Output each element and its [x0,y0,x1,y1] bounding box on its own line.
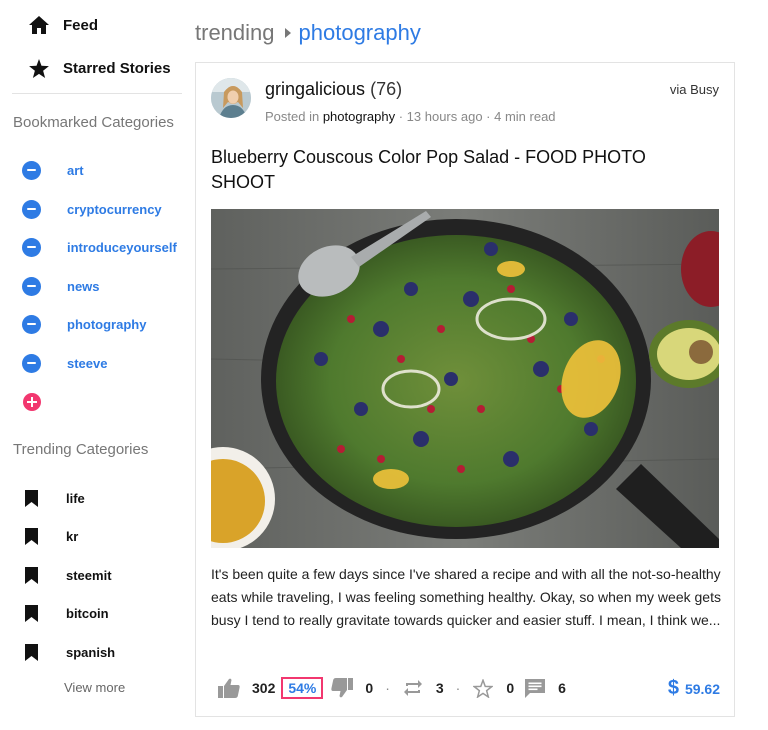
add-category-button[interactable] [23,393,41,411]
payout-amount[interactable]: $ 59.62 [668,677,720,700]
view-more-link[interactable]: View more [64,680,125,695]
bookmark-label[interactable]: art [67,163,84,178]
dollar-icon: $ [667,677,679,699]
upvote-count[interactable]: 302 [252,680,275,696]
breadcrumb: trending photography [195,19,421,47]
bookmark-icon[interactable] [25,489,38,507]
home-icon [28,14,50,36]
post-body[interactable]: It's been quite a few days since I've sh… [211,563,721,632]
author-name[interactable]: gringalicious [265,79,365,99]
bookmark-icon[interactable] [25,566,38,584]
bookmark-label[interactable]: news [67,279,100,294]
author-reputation: (76) [370,79,403,99]
post-meta: Posted in photography · 13 hours ago · 4… [265,109,556,124]
bookmark-icon[interactable] [25,527,38,545]
post-actions: 302 54% 0 · 3 · 0 6 $ 59.62 [218,675,720,701]
trending-label[interactable]: life [66,491,85,506]
nav-feed[interactable]: Feed [28,12,98,38]
bookmark-item-art[interactable]: art [22,154,182,186]
bookmark-label[interactable]: photography [67,317,146,332]
post-title[interactable]: Blueberry Couscous Color Pop Salad - FOO… [211,145,691,195]
post-time-info: · 13 hours ago · 4 min read [395,109,556,124]
posted-in-label: Posted in [265,109,323,124]
post-category-link[interactable]: photography [323,109,395,124]
via-app-label[interactable]: via Busy [670,82,719,97]
bookmark-item-cryptocurrency[interactable]: cryptocurrency [22,193,182,225]
trending-label[interactable]: kr [66,529,78,544]
remove-bookmark-icon[interactable] [22,160,41,180]
downvote-icon[interactable] [331,677,354,699]
bookmark-icon[interactable] [25,643,38,661]
nav-starred-label: Starred Stories [63,59,171,77]
downvote-count[interactable]: 0 [365,680,373,696]
remove-bookmark-icon[interactable] [22,353,41,373]
story-card: gringalicious (76) Posted in photography… [195,62,735,717]
payout-value[interactable]: 59.62 [685,681,720,697]
breadcrumb-root[interactable]: trending [195,20,275,46]
trending-item-bitcoin[interactable]: bitcoin [25,602,109,624]
bookmark-item-news[interactable]: news [22,270,182,302]
star-icon [28,57,50,79]
trending-item-steemit[interactable]: steemit [25,564,112,586]
breadcrumb-caret-icon [284,28,291,38]
separator-dot: · [455,680,461,696]
remove-bookmark-icon[interactable] [22,199,41,219]
trending-label[interactable]: spanish [66,645,115,660]
bookmark-item-photography[interactable]: photography [22,308,182,342]
remove-bookmark-icon[interactable] [22,314,41,334]
author-line: gringalicious (76) [265,79,402,100]
trending-label[interactable]: bitcoin [66,606,109,621]
trending-label[interactable]: steemit [66,568,112,583]
upvote-icon[interactable] [218,677,240,699]
sidebar-divider [12,93,182,94]
remove-bookmark-icon[interactable] [22,276,41,296]
star-count[interactable]: 0 [506,680,514,696]
trending-categories-title: Trending Categories [13,441,149,458]
comment-count[interactable]: 6 [558,680,566,696]
bookmark-label[interactable]: introduceyourself [67,240,177,255]
reblog-count[interactable]: 3 [436,680,444,696]
comment-icon[interactable] [524,677,546,699]
avatar[interactable] [211,78,251,118]
breadcrumb-current: photography [298,20,421,45]
bookmark-label[interactable]: steeve [67,356,107,371]
trending-item-kr[interactable]: kr [25,525,78,547]
bookmarked-categories-title: Bookmarked Categories [13,114,174,131]
separator-dot: · [385,680,390,696]
upvote-percent[interactable]: 54% [281,677,324,699]
reblog-icon[interactable] [402,677,424,699]
star-outline-icon[interactable] [472,677,494,699]
bookmark-item-steeve[interactable]: steeve [22,347,182,379]
nav-starred-stories[interactable]: Starred Stories [28,55,171,81]
nav-feed-label: Feed [63,16,99,34]
sidebar: Feed Starred Stories Bookmarked Categori… [0,0,190,730]
trending-item-spanish[interactable]: spanish [25,641,115,663]
post-image[interactable] [211,209,719,548]
remove-bookmark-icon[interactable] [22,237,41,257]
bookmark-icon[interactable] [25,604,38,622]
bookmark-label[interactable]: cryptocurrency [67,202,162,217]
trending-item-life[interactable]: life [25,487,85,509]
bookmark-item-introduceyourself[interactable]: introduceyourself [22,231,182,263]
